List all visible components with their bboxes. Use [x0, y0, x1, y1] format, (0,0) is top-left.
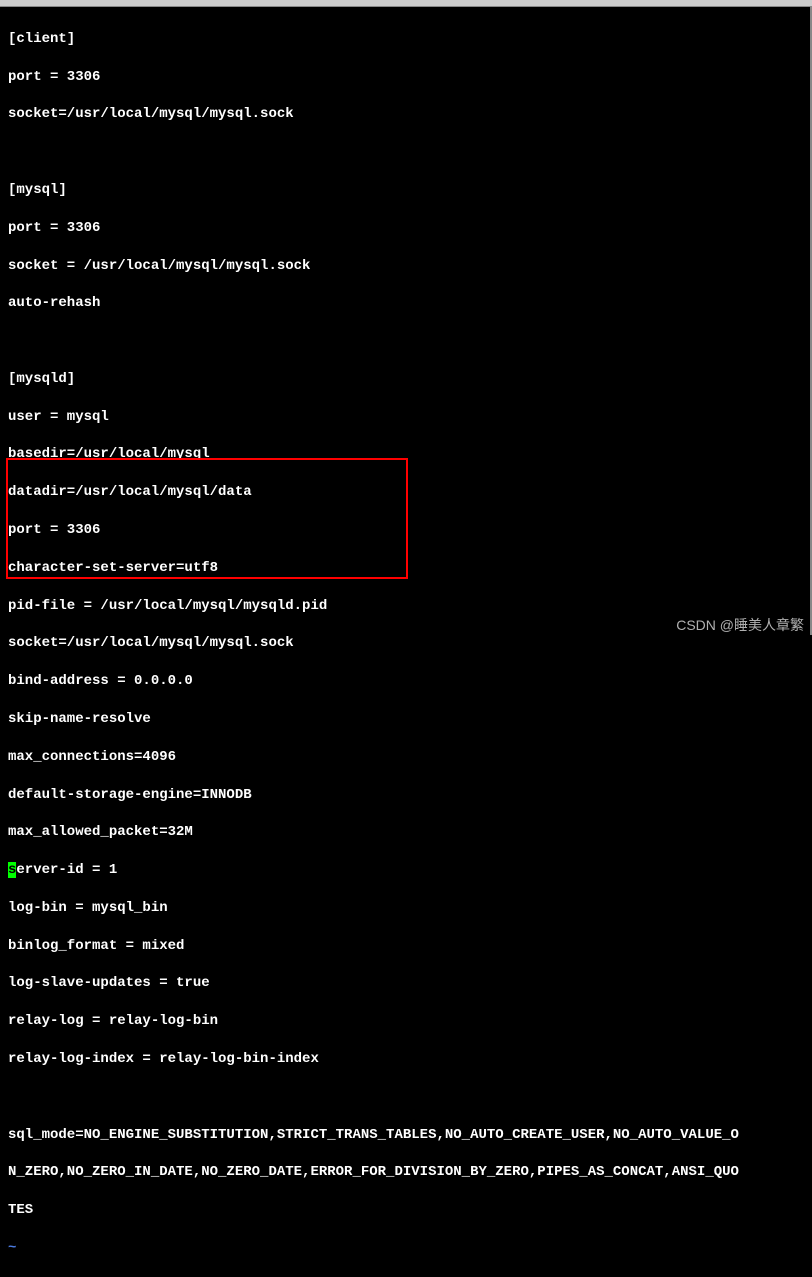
config-line: max_connections=4096	[8, 748, 802, 767]
config-line: [mysqld]	[8, 370, 802, 389]
config-line: skip-name-resolve	[8, 710, 802, 729]
config-line: socket = /usr/local/mysql/mysql.sock	[8, 257, 802, 276]
config-line: port = 3306	[8, 68, 802, 87]
config-line: max_allowed_packet=32M	[8, 823, 802, 842]
config-line: pid-file = /usr/local/mysql/mysqld.pid	[8, 597, 802, 616]
config-line: binlog_format = mixed	[8, 937, 802, 956]
window-top-border	[0, 0, 812, 7]
config-line: [mysql]	[8, 181, 802, 200]
config-line: character-set-server=utf8	[8, 559, 802, 578]
cursor: s	[8, 862, 16, 878]
config-line: port = 3306	[8, 521, 802, 540]
config-line: server-id = 1	[8, 861, 802, 880]
watermark: CSDN @睡美人章繁	[676, 615, 804, 635]
config-line: basedir=/usr/local/mysql	[8, 445, 802, 464]
config-line: log-slave-updates = true	[8, 974, 802, 993]
config-line: relay-log = relay-log-bin	[8, 1012, 802, 1031]
config-line: bind-address = 0.0.0.0	[8, 672, 802, 691]
config-line: datadir=/usr/local/mysql/data	[8, 483, 802, 502]
blank-line	[8, 143, 802, 162]
blank-line	[8, 1088, 802, 1107]
config-line: sql_mode=NO_ENGINE_SUBSTITUTION,STRICT_T…	[8, 1126, 802, 1145]
config-line: socket=/usr/local/mysql/mysql.sock	[8, 634, 802, 653]
config-line: N_ZERO,NO_ZERO_IN_DATE,NO_ZERO_DATE,ERRO…	[8, 1163, 802, 1182]
blank-line	[8, 332, 802, 351]
tilde-line: ~	[8, 1239, 802, 1258]
config-line: log-bin = mysql_bin	[8, 899, 802, 918]
terminal-content: [client] port = 3306 socket=/usr/local/m…	[0, 7, 812, 635]
config-line: relay-log-index = relay-log-bin-index	[8, 1050, 802, 1069]
config-line: default-storage-engine=INNODB	[8, 786, 802, 805]
config-line: TES	[8, 1201, 802, 1220]
config-line: port = 3306	[8, 219, 802, 238]
config-line: socket=/usr/local/mysql/mysql.sock	[8, 105, 802, 124]
config-line: [client]	[8, 30, 802, 49]
config-line: user = mysql	[8, 408, 802, 427]
config-line: auto-rehash	[8, 294, 802, 313]
